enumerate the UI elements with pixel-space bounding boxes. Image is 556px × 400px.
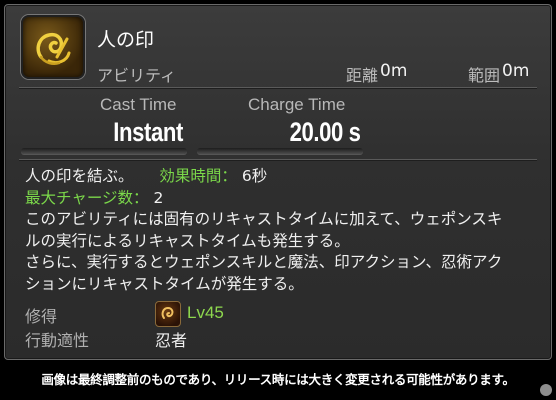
range-label: 距離 — [346, 66, 379, 85]
ninja-job-icon — [155, 301, 181, 327]
cast-time-label: Cast Time — [100, 95, 177, 114]
charge-time-value: 20.00 s — [289, 117, 361, 147]
charge-time-label: Charge Time — [248, 95, 346, 114]
stats-divider — [19, 159, 537, 160]
action-tooltip: 人の印 アビリティ 距離 0m 範囲 0m Cast Time Instant … — [4, 4, 552, 360]
cast-time-bar — [21, 148, 187, 154]
duration-value: 6秒 — [241, 167, 268, 185]
affinity-label: 行動適性 — [25, 331, 90, 350]
charge-time-bar — [197, 148, 363, 154]
affinity-value: 忍者 — [155, 331, 188, 350]
description-line-2: 最大チャージ数： 2 — [25, 188, 545, 210]
radius-value: 0m — [502, 61, 530, 81]
description-effect: 人の印を結ぶ。 — [25, 167, 134, 185]
range-value: 0m — [380, 61, 408, 81]
header-divider — [19, 87, 537, 88]
ten-mudra-icon — [21, 15, 85, 79]
action-name: 人の印 — [97, 29, 155, 51]
max-charges-label: 最大チャージ数： — [25, 188, 149, 207]
action-category: アビリティ — [97, 66, 177, 85]
description-line-6: ションにリキャストタイムが発生する。 — [25, 274, 304, 293]
max-charges-value: 2 — [153, 188, 164, 207]
acquired-label: 修得 — [25, 307, 58, 326]
description-line-1: 人の印を結ぶ。 効果時間： 6秒 — [25, 166, 545, 188]
description-line-5: さらに、実行するとウェポンスキルと魔法、印アクション、忍術アク — [25, 253, 503, 271]
watermark-logo — [540, 384, 552, 396]
action-description: 人の印を結ぶ。 効果時間： 6秒 最大チャージ数： 2 このアビリティには固有の… — [25, 166, 545, 295]
description-line-3: このアビリティには固有のリキャストタイムに加えて、ウェポンスキ — [25, 210, 503, 228]
disclaimer-caption: 画像は最終調整前のものであり、リリース時には大きく変更される可能性があります。 — [41, 372, 515, 387]
duration-label: 効果時間： — [159, 167, 237, 185]
acquired-level: Lv45 — [187, 303, 224, 322]
radius-label: 範囲 — [468, 66, 501, 85]
description-line-4: ルの実行によるリキャストタイムも発生する。 — [25, 231, 350, 250]
cast-time-value: Instant — [113, 117, 183, 147]
